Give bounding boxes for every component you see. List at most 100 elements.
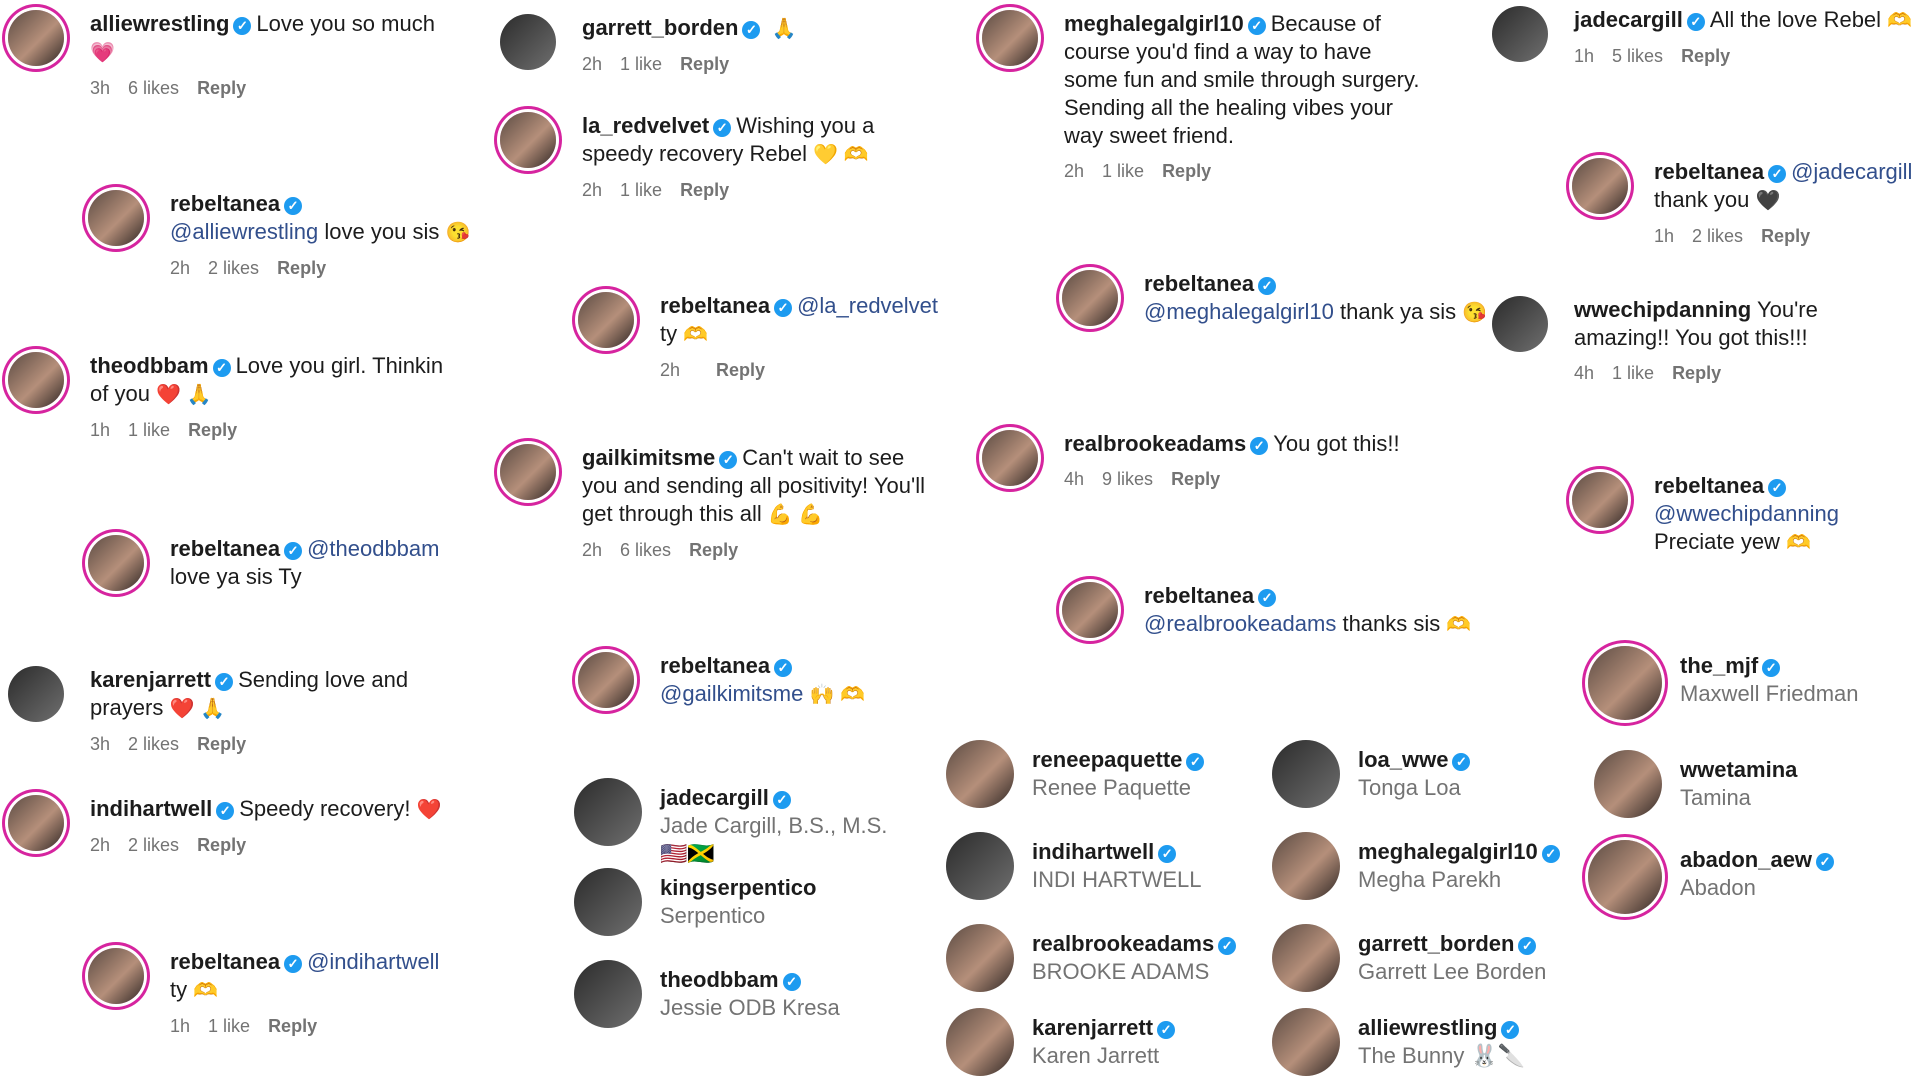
comment-username[interactable]: jadecargill xyxy=(1574,7,1683,32)
avatar[interactable] xyxy=(1272,832,1340,900)
like-count[interactable]: 1 like xyxy=(620,180,662,200)
comment-username[interactable]: rebeltanea xyxy=(1654,159,1764,184)
reply-button[interactable]: Reply xyxy=(197,78,246,98)
reply-button[interactable]: Reply xyxy=(1761,226,1810,246)
reply-button[interactable]: Reply xyxy=(1171,469,1220,489)
account-username[interactable]: theodbbam xyxy=(660,967,779,992)
comment-username[interactable]: gailkimitsme xyxy=(582,445,715,470)
account-username[interactable]: alliewrestling xyxy=(1358,1015,1497,1040)
avatar[interactable] xyxy=(574,960,642,1028)
account-row[interactable]: garrett_borden ✓ Garrett Lee Borden xyxy=(1272,924,1592,996)
like-count[interactable]: 2 likes xyxy=(128,835,179,855)
account-username[interactable]: wwetamina xyxy=(1680,757,1797,782)
like-count[interactable]: 2 likes xyxy=(1692,226,1743,246)
avatar[interactable] xyxy=(88,948,144,1004)
account-username[interactable]: karenjarrett xyxy=(1032,1015,1153,1040)
account-row[interactable]: wwetamina Tamina xyxy=(1594,750,1914,822)
avatar[interactable] xyxy=(8,10,64,66)
avatar[interactable] xyxy=(88,190,144,246)
account-username[interactable]: realbrookeadams xyxy=(1032,931,1214,956)
account-row[interactable]: kingserpentico Serpentico xyxy=(574,868,894,940)
avatar[interactable] xyxy=(8,795,64,851)
avatar[interactable] xyxy=(946,740,1014,808)
account-row[interactable]: reneepaquette ✓ Renee Paquette xyxy=(946,740,1266,812)
avatar[interactable] xyxy=(982,430,1038,486)
comment-username[interactable]: realbrookeadams xyxy=(1064,431,1246,456)
comment-username[interactable]: rebeltanea xyxy=(660,293,770,318)
account-username[interactable]: kingserpentico xyxy=(660,875,816,900)
avatar[interactable] xyxy=(574,778,642,846)
account-row[interactable]: indihartwell ✓ INDI HARTWELL xyxy=(946,832,1266,904)
comment-username[interactable]: rebeltanea xyxy=(1144,271,1254,296)
avatar[interactable] xyxy=(578,292,634,348)
reply-button[interactable]: Reply xyxy=(268,1016,317,1036)
mention-link[interactable]: @alliewrestling xyxy=(170,219,318,244)
reply-button[interactable]: Reply xyxy=(680,180,729,200)
account-row[interactable]: jadecargill ✓ Jade Cargill, B.S., M.S. 🇺🇸🇯… xyxy=(574,778,894,866)
avatar[interactable] xyxy=(500,14,556,70)
like-count[interactable]: 1 like xyxy=(128,420,170,440)
avatar[interactable] xyxy=(574,868,642,936)
like-count[interactable]: 2 likes xyxy=(208,258,259,278)
comment-username[interactable]: theodbbam xyxy=(90,353,209,378)
reply-button[interactable]: Reply xyxy=(188,420,237,440)
comment-username[interactable]: la_redvelvet xyxy=(582,113,709,138)
comment-username[interactable]: rebeltanea xyxy=(1144,583,1254,608)
comment-username[interactable]: rebeltanea xyxy=(1654,473,1764,498)
account-row[interactable]: loa_wwe ✓ Tonga Loa xyxy=(1272,740,1592,812)
account-row[interactable]: alliewrestling ✓ The Bunny 🐰🔪 xyxy=(1272,1008,1592,1080)
mention-link[interactable]: @theodbbam xyxy=(307,536,439,561)
like-count[interactable]: 6 likes xyxy=(620,540,671,560)
avatar[interactable] xyxy=(946,1008,1014,1076)
like-count[interactable]: 6 likes xyxy=(128,78,179,98)
avatar[interactable] xyxy=(1272,740,1340,808)
mention-link[interactable]: @meghalegalgirl10 xyxy=(1144,299,1334,324)
comment-username[interactable]: rebeltanea xyxy=(660,653,770,678)
reply-button[interactable]: Reply xyxy=(197,835,246,855)
comment-username[interactable]: alliewrestling xyxy=(90,11,229,36)
avatar[interactable] xyxy=(1062,270,1118,326)
avatar[interactable] xyxy=(1572,158,1628,214)
account-row[interactable]: the_mjf ✓ Maxwell Friedman xyxy=(1588,646,1908,720)
like-count[interactable]: 5 likes xyxy=(1612,46,1663,66)
avatar[interactable] xyxy=(8,666,64,722)
account-row[interactable]: meghalegalgirl10 ✓ Megha Parekh xyxy=(1272,832,1592,904)
account-row[interactable]: abadon_aew ✓ Abadon xyxy=(1588,840,1908,914)
account-username[interactable]: the_mjf xyxy=(1680,653,1758,678)
reply-button[interactable]: Reply xyxy=(277,258,326,278)
comment-username[interactable]: wwechipdanning xyxy=(1574,297,1751,322)
avatar[interactable] xyxy=(8,352,64,408)
avatar[interactable] xyxy=(500,112,556,168)
comment-username[interactable]: garrett_borden xyxy=(582,15,738,40)
mention-link[interactable]: @jadecargill xyxy=(1791,159,1912,184)
reply-button[interactable]: Reply xyxy=(1672,363,1721,383)
avatar[interactable] xyxy=(500,444,556,500)
mention-link[interactable]: @la_redvelvet xyxy=(797,293,938,318)
like-count[interactable]: 1 like xyxy=(620,54,662,74)
reply-button[interactable]: Reply xyxy=(716,360,765,380)
avatar[interactable] xyxy=(1594,750,1662,818)
mention-link[interactable]: @realbrookeadams xyxy=(1144,611,1336,636)
account-username[interactable]: indihartwell xyxy=(1032,839,1154,864)
reply-button[interactable]: Reply xyxy=(1162,161,1211,181)
account-username[interactable]: meghalegalgirl10 xyxy=(1358,839,1538,864)
avatar[interactable] xyxy=(1492,296,1548,352)
avatar[interactable] xyxy=(982,10,1038,66)
mention-link[interactable]: @indihartwell xyxy=(307,949,439,974)
account-username[interactable]: garrett_borden xyxy=(1358,931,1514,956)
like-count[interactable]: 1 like xyxy=(208,1016,250,1036)
comment-username[interactable]: rebeltanea xyxy=(170,536,280,561)
account-username[interactable]: reneepaquette xyxy=(1032,747,1182,772)
reply-button[interactable]: Reply xyxy=(689,540,738,560)
comment-username[interactable]: meghalegalgirl10 xyxy=(1064,11,1244,36)
avatar[interactable] xyxy=(1492,6,1548,62)
account-username[interactable]: loa_wwe xyxy=(1358,747,1448,772)
avatar[interactable] xyxy=(946,832,1014,900)
like-count[interactable]: 1 like xyxy=(1612,363,1654,383)
account-username[interactable]: jadecargill xyxy=(660,785,769,810)
like-count[interactable]: 9 likes xyxy=(1102,469,1153,489)
account-row[interactable]: karenjarrett ✓ Karen Jarrett xyxy=(946,1008,1266,1080)
account-row[interactable]: realbrookeadams ✓ BROOKE ADAMS xyxy=(946,924,1266,996)
like-count[interactable]: 1 like xyxy=(1102,161,1144,181)
avatar[interactable] xyxy=(88,535,144,591)
